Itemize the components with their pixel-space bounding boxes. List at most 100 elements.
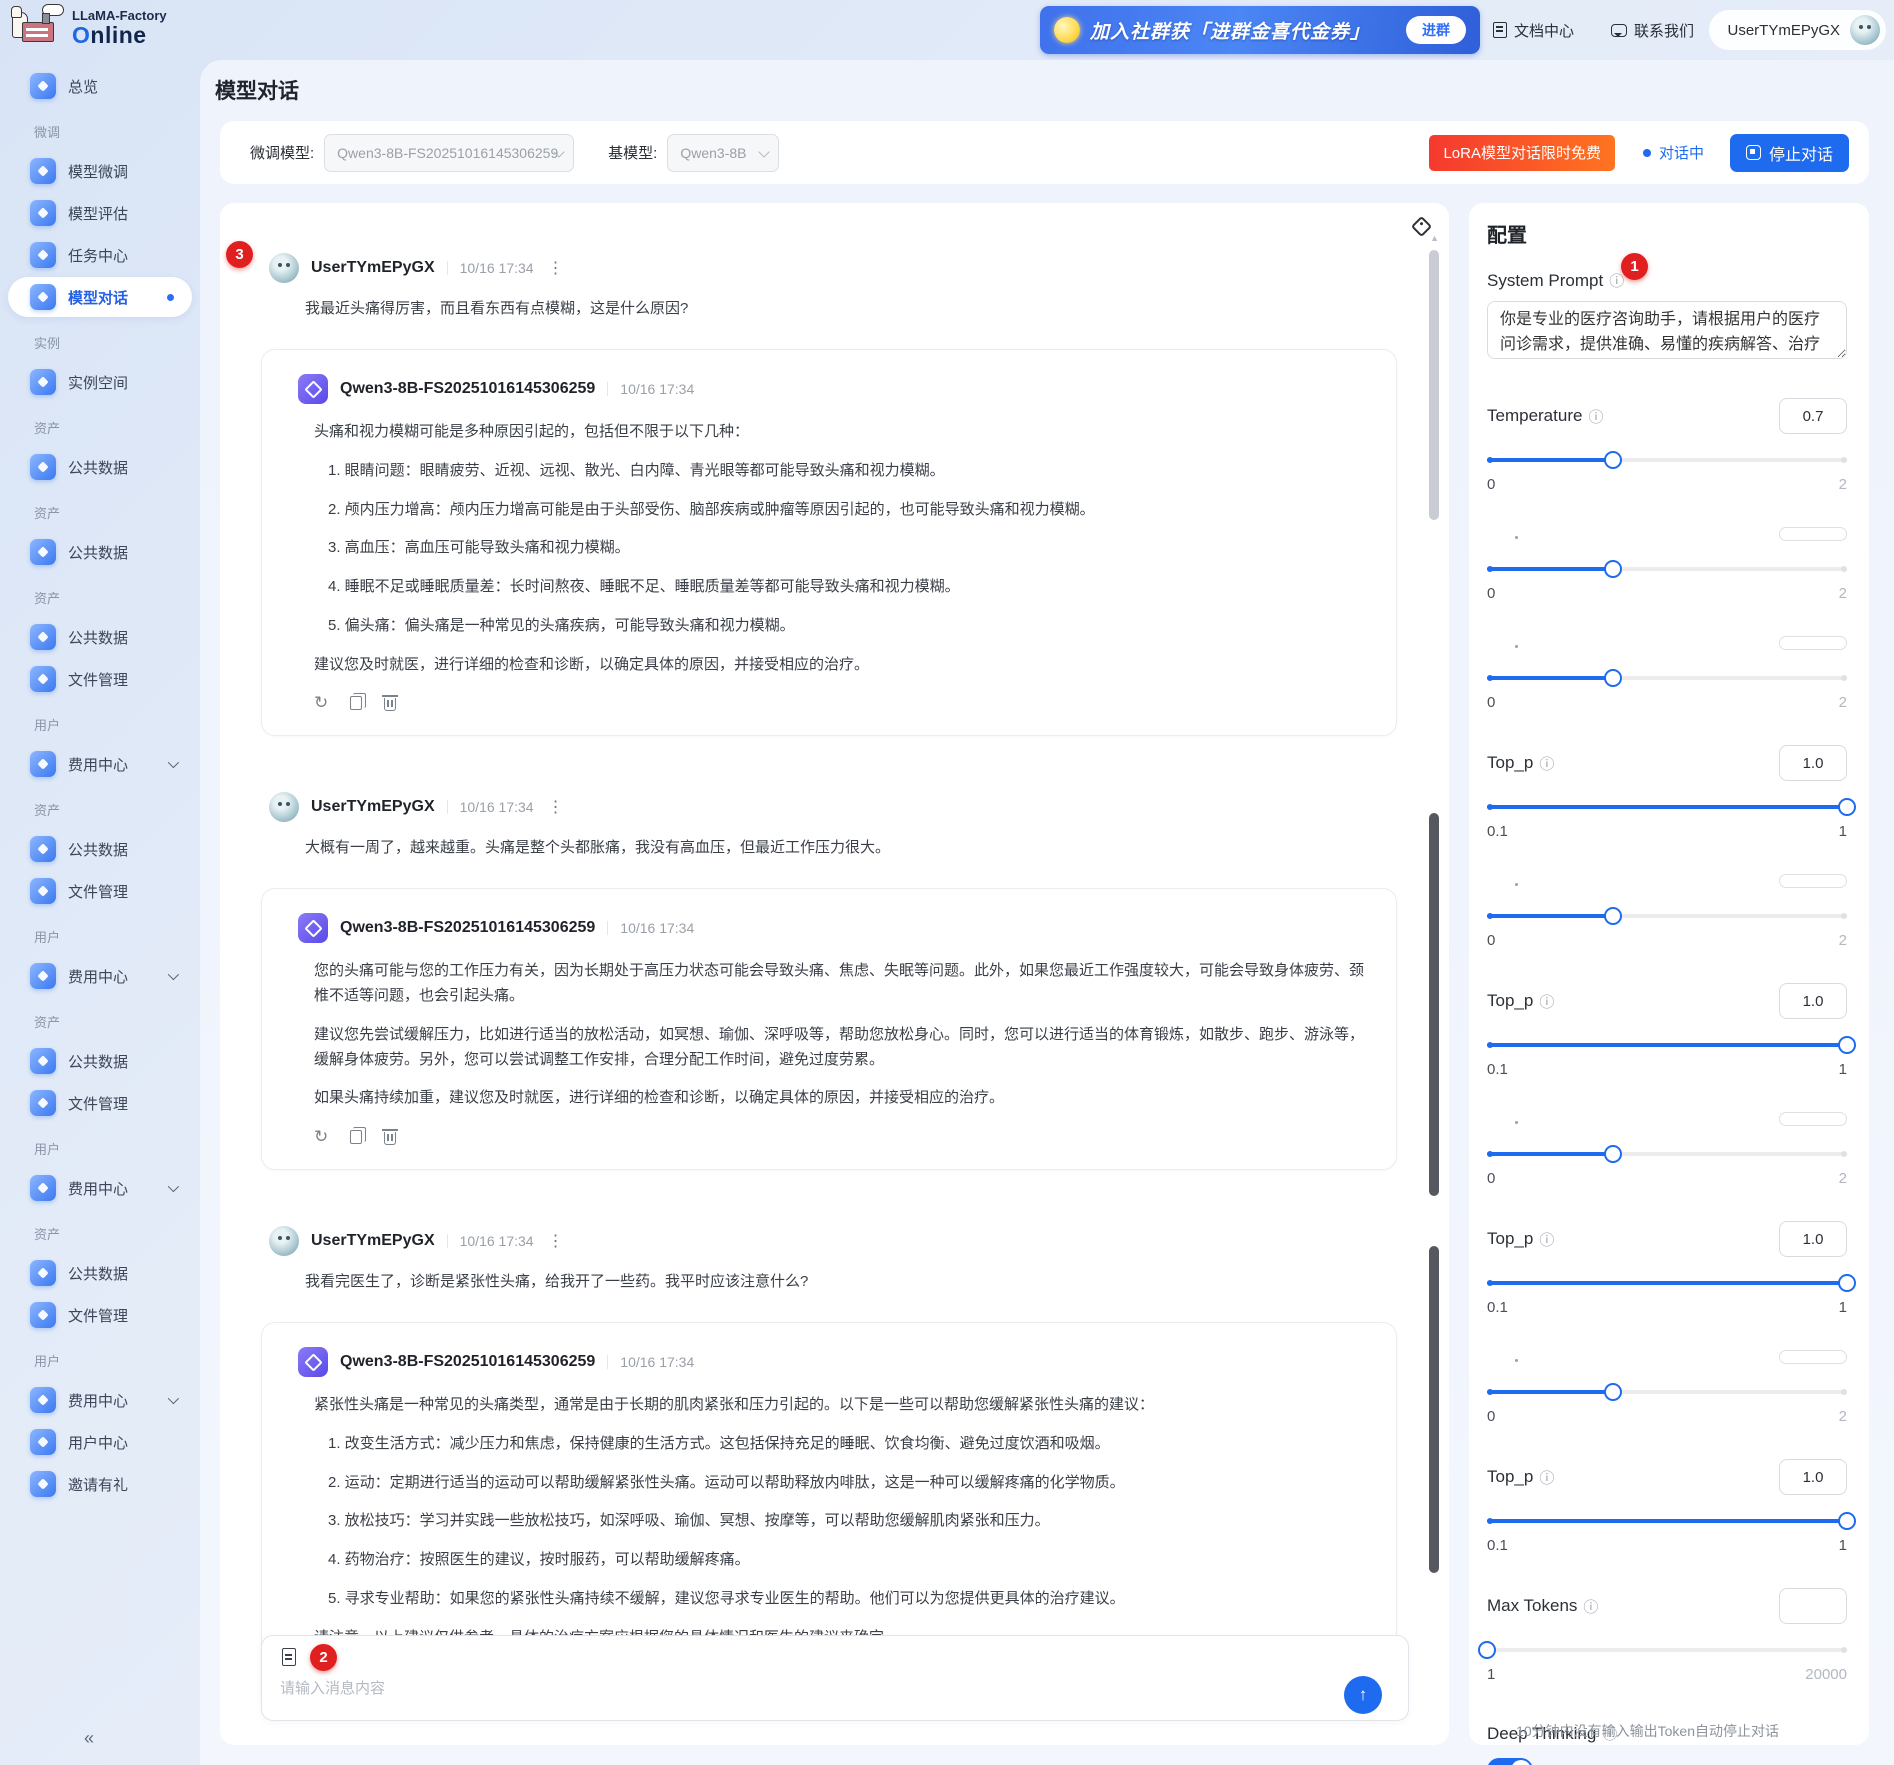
- sidebar-item-实例空间[interactable]: 实例空间: [8, 362, 192, 402]
- join-group-button[interactable]: 进群: [1406, 16, 1466, 44]
- sidebar-item-文件管理[interactable]: 文件管理: [8, 1083, 192, 1123]
- slider-handle[interactable]: [1838, 1036, 1856, 1054]
- community-banner[interactable]: 加入社群获「进群金喜代金券」 进群: [1040, 6, 1480, 54]
- ghost-dot-icon: [1515, 645, 1518, 648]
- brand-logo[interactable]: LLaMA-Factory Online: [11, 4, 167, 52]
- slider-handle[interactable]: [1604, 907, 1622, 925]
- sidebar-item-用户中心[interactable]: 用户中心: [8, 1422, 192, 1462]
- regenerate-icon[interactable]: ↻: [314, 1127, 328, 1147]
- copy-icon[interactable]: [350, 1127, 367, 1144]
- doc-center-link[interactable]: 文档中心: [1492, 0, 1574, 60]
- sidebar-item-label: 费用中心: [68, 1392, 129, 1410]
- slider-handle[interactable]: [1604, 1145, 1622, 1163]
- deep-thinking-toggle[interactable]: [1487, 1758, 1533, 1765]
- user-menu[interactable]: UserTYmEPyGX: [1709, 10, 1886, 50]
- info-icon[interactable]: ⓘ: [1539, 991, 1554, 1012]
- more-icon[interactable]: ⋮: [548, 1231, 564, 1251]
- sidebar-item-文件管理[interactable]: 文件管理: [8, 871, 192, 911]
- info-icon[interactable]: ⓘ: [1588, 406, 1603, 427]
- config-title: 配置: [1487, 225, 1527, 247]
- slider-max-label: 2: [1838, 932, 1847, 949]
- slider-handle[interactable]: [1478, 1641, 1496, 1659]
- sidebar-item-模型微调[interactable]: 模型微调: [8, 151, 192, 191]
- sidebar-item-任务中心[interactable]: 任务中心: [8, 235, 192, 275]
- scrollbar-up-icon[interactable]: ▲: [1430, 233, 1439, 243]
- param-value-box[interactable]: 0.7: [1779, 398, 1847, 434]
- sidebar-item-公共数据[interactable]: 公共数据: [8, 829, 192, 869]
- scrollbar-thumb-dark[interactable]: [1429, 1246, 1439, 1573]
- send-button[interactable]: ↑: [1344, 1676, 1382, 1714]
- more-icon[interactable]: ⋮: [548, 797, 564, 817]
- annotation-badge-2: 2: [310, 1644, 337, 1671]
- param-value-box[interactable]: [1779, 1588, 1847, 1624]
- sidebar-item-公共数据[interactable]: 公共数据: [8, 447, 192, 487]
- info-icon[interactable]: ⓘ: [1583, 1596, 1598, 1617]
- sidebar-item-模型对话[interactable]: 模型对话: [8, 277, 192, 317]
- param-slider[interactable]: [1487, 450, 1847, 470]
- sidebar-item-label: 总览: [68, 78, 99, 96]
- sidebar-item-公共数据[interactable]: 公共数据: [8, 1253, 192, 1293]
- param-value-box[interactable]: 1.0: [1779, 745, 1847, 781]
- base-model-select[interactable]: Qwen3-8B: [667, 133, 780, 172]
- param-slider[interactable]: [1487, 1273, 1856, 1293]
- sidebar-item-公共数据[interactable]: 公共数据: [8, 532, 192, 572]
- info-icon[interactable]: ⓘ: [1539, 1467, 1554, 1488]
- finetune-model-select[interactable]: Qwen3-8B-FS20251016145306259: [324, 133, 575, 172]
- slider-min-label: 0: [1487, 694, 1496, 711]
- slider-track[interactable]: [1487, 1648, 1847, 1652]
- attach-file-icon[interactable]: [282, 1648, 296, 1666]
- slider-end-dot: [1841, 913, 1847, 919]
- system-prompt-textarea[interactable]: [1487, 301, 1847, 359]
- sidebar-item-label: 公共数据: [68, 629, 129, 647]
- ghost-slider[interactable]: [1487, 1144, 1847, 1164]
- param-slider[interactable]: [1487, 1035, 1856, 1055]
- assistant-message-body: 紧张性头痛是一种常见的头痛类型，通常是由于长期的肌肉紧张和压力引起的。以下是一些…: [314, 1393, 1368, 1650]
- slider-handle[interactable]: [1604, 560, 1622, 578]
- info-icon[interactable]: ⓘ: [1539, 1229, 1554, 1250]
- ghost-slider[interactable]: [1487, 1382, 1847, 1402]
- param-slider[interactable]: [1487, 797, 1856, 817]
- delete-icon[interactable]: [382, 1129, 399, 1145]
- ghost-slider[interactable]: [1487, 559, 1847, 579]
- message-input[interactable]: [280, 1680, 1083, 1697]
- public-data-icon: [30, 624, 56, 650]
- param-slider[interactable]: [1487, 1511, 1856, 1531]
- param-value-box[interactable]: 1.0: [1779, 1221, 1847, 1257]
- regenerate-icon[interactable]: ↻: [314, 693, 328, 713]
- more-icon[interactable]: ⋮: [548, 258, 564, 278]
- ghost-slider[interactable]: [1487, 668, 1847, 688]
- sidebar-item-费用中心[interactable]: 费用中心: [8, 1168, 192, 1208]
- sidebar-item-费用中心[interactable]: 费用中心: [8, 744, 192, 784]
- param-slider[interactable]: [1478, 1640, 1847, 1660]
- lora-promo-button[interactable]: LoRA模型对话限时免费: [1429, 134, 1615, 171]
- contact-us-link[interactable]: 联系我们: [1610, 0, 1694, 60]
- sidebar-item-邀请有礼[interactable]: 邀请有礼: [8, 1464, 192, 1504]
- sidebar-item-文件管理[interactable]: 文件管理: [8, 1295, 192, 1335]
- tag-icon[interactable]: [1410, 215, 1433, 238]
- message-input-box[interactable]: 2 ↑: [261, 1635, 1409, 1721]
- scrollbar-thumb[interactable]: [1429, 250, 1439, 520]
- sidebar-item-费用中心[interactable]: 费用中心: [8, 956, 192, 996]
- stop-chat-button[interactable]: 停止对话: [1729, 133, 1849, 172]
- info-icon[interactable]: ⓘ: [1539, 753, 1554, 774]
- sidebar-item-总览[interactable]: 总览: [8, 66, 192, 106]
- sidebar-item-费用中心[interactable]: 费用中心: [8, 1380, 192, 1420]
- slider-handle[interactable]: [1838, 1274, 1856, 1292]
- copy-icon[interactable]: [350, 693, 367, 711]
- sidebar-item-公共数据[interactable]: 公共数据: [8, 1041, 192, 1081]
- ghost-slider[interactable]: [1487, 906, 1847, 926]
- sidebar-item-模型评估[interactable]: 模型评估: [8, 193, 192, 233]
- slider-handle[interactable]: [1604, 669, 1622, 687]
- slider-handle[interactable]: [1838, 1512, 1856, 1530]
- sidebar-item-公共数据[interactable]: 公共数据: [8, 617, 192, 657]
- scrollbar-thumb-dark[interactable]: [1429, 813, 1439, 1196]
- delete-icon[interactable]: [382, 695, 399, 712]
- slider-handle[interactable]: [1604, 451, 1622, 469]
- slider-handle[interactable]: [1604, 1383, 1622, 1401]
- sidebar-item-文件管理[interactable]: 文件管理: [8, 659, 192, 699]
- assistant-paragraph: 3. 放松技巧：学习并实践一些放松技巧，如深呼吸、瑜伽、冥想、按摩等，可以帮助您…: [328, 1512, 1050, 1530]
- param-value-box[interactable]: 1.0: [1779, 1459, 1847, 1495]
- param-value-box[interactable]: 1.0: [1779, 983, 1847, 1019]
- collapse-sidebar-icon[interactable]: «: [84, 1728, 94, 1749]
- slider-handle[interactable]: [1838, 798, 1856, 816]
